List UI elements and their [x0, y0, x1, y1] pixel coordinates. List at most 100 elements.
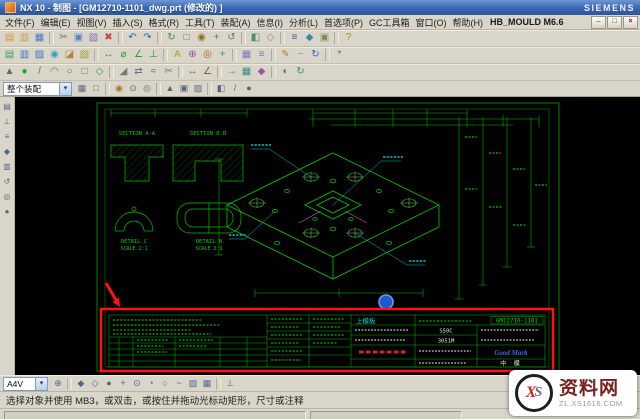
point-icon[interactable]: ● — [17, 65, 32, 79]
constraint-navigator-icon[interactable]: ⊥ — [1, 116, 13, 128]
offset-icon[interactable]: ≈ — [146, 65, 161, 79]
existing-point-snap-icon[interactable]: ○ — [158, 377, 172, 390]
balloon-icon[interactable]: ◎ — [200, 48, 215, 62]
snap-point-icon[interactable]: ⊙ — [126, 82, 140, 95]
wcs-toggle-icon[interactable]: ⊥ — [223, 377, 237, 390]
preferences-icon[interactable]: * — [332, 48, 347, 62]
rapid-dimension-icon[interactable]: ↔ — [101, 48, 116, 62]
arc-center-snap-icon[interactable]: ⊙ — [130, 377, 144, 390]
menu-item-7[interactable]: 信息(I) — [254, 18, 287, 28]
center-mark-icon[interactable]: + — [215, 48, 230, 62]
undo-icon[interactable]: ↶ — [125, 31, 140, 45]
detail-view-icon[interactable]: ◉ — [47, 48, 62, 62]
intersection-snap-icon[interactable]: + — [116, 377, 130, 390]
layer-settings-icon[interactable]: ≡ — [287, 31, 302, 45]
filter-edge-icon[interactable]: / — [228, 82, 242, 95]
top-selection-icon[interactable]: ▲ — [163, 82, 177, 95]
menu-item-10[interactable]: GC工具箱 — [366, 18, 413, 28]
minimize-button[interactable]: – — [591, 16, 606, 29]
spline-icon[interactable]: ~ — [293, 48, 308, 62]
delete-icon[interactable]: ✖ — [101, 31, 116, 45]
graphics-window[interactable]: SECTION A-A SECTION B-B DETAIL C SCALE 2… — [15, 97, 640, 375]
assembly-navigator-icon[interactable]: ▤ — [1, 101, 13, 113]
sheet-dropdown[interactable]: A4V ▾ — [3, 377, 48, 391]
cut-icon[interactable]: ✂ — [56, 31, 71, 45]
break-view-icon[interactable]: ▧ — [77, 48, 92, 62]
ordinate-dimension-icon[interactable]: ⊥ — [146, 48, 161, 62]
refresh-icon[interactable]: ↻ — [164, 31, 179, 45]
filter-vertex-icon[interactable]: ● — [242, 82, 256, 95]
feature-control-frame-icon[interactable]: ⊕ — [185, 48, 200, 62]
table-icon[interactable]: ▦ — [239, 48, 254, 62]
rectangle-icon[interactable]: □ — [77, 65, 92, 79]
menu-item-9[interactable]: 首选项(P) — [321, 18, 366, 28]
menu-item-1[interactable]: 编辑(E) — [38, 18, 74, 28]
point-on-curve-snap-icon[interactable]: ~ — [172, 377, 186, 390]
trim-icon[interactable]: ✂ — [161, 65, 176, 79]
edit-style-icon[interactable]: ◆ — [254, 65, 269, 79]
deselect-all-icon[interactable]: □ — [89, 82, 103, 95]
enable-snap-icon[interactable]: ⊕ — [51, 377, 65, 390]
inside-only-icon[interactable]: ▣ — [177, 82, 191, 95]
history-icon[interactable]: ↺ — [1, 176, 13, 188]
show-hide-icon[interactable]: ◐ — [278, 65, 293, 79]
quadrant-snap-icon[interactable]: ◔ — [144, 377, 158, 390]
line-icon[interactable]: / — [32, 65, 47, 79]
roles-icon[interactable]: ● — [1, 206, 13, 218]
fit-view-icon[interactable]: □ — [179, 31, 194, 45]
view-palette-icon[interactable]: ▥ — [1, 161, 13, 173]
redo-icon[interactable]: ↷ — [140, 31, 155, 45]
new-sheet-icon[interactable]: ▤ — [2, 48, 17, 62]
copy-icon[interactable]: ▣ — [71, 31, 86, 45]
restore-button[interactable]: □ — [607, 16, 622, 29]
section-view-icon[interactable]: ◪ — [62, 48, 77, 62]
menu-item-8[interactable]: 分析(L) — [286, 18, 321, 28]
open-icon[interactable]: ▥ — [17, 31, 32, 45]
filter-face-icon[interactable]: ◧ — [214, 82, 228, 95]
point-on-surface-snap-icon[interactable]: ▨ — [186, 377, 200, 390]
crossing-icon[interactable]: ▨ — [191, 82, 205, 95]
menu-item-2[interactable]: 视图(V) — [74, 18, 110, 28]
menu-item-11[interactable]: 窗口(O) — [413, 18, 450, 28]
wireframe-display-icon[interactable]: ◇ — [263, 31, 278, 45]
magnify-region-icon[interactable]: ◎ — [140, 82, 154, 95]
base-view-icon[interactable]: ▥ — [17, 48, 32, 62]
measure-distance-icon[interactable]: ↔ — [185, 65, 200, 79]
control-point-snap-icon[interactable]: ● — [102, 377, 116, 390]
select-icon[interactable]: ▲ — [2, 65, 17, 79]
paste-icon[interactable]: ▨ — [86, 31, 101, 45]
midpoint-snap-icon[interactable]: ◇ — [88, 377, 102, 390]
circle-icon[interactable]: ○ — [62, 65, 77, 79]
menu-item-4[interactable]: 格式(R) — [146, 18, 183, 28]
note-icon[interactable]: A — [170, 48, 185, 62]
mirror-icon[interactable]: ⇄ — [131, 65, 146, 79]
menu-item-12[interactable]: 帮助(H) — [450, 18, 487, 28]
parts-list-icon[interactable]: ≡ — [254, 48, 269, 62]
command-finder-icon[interactable]: ? — [341, 31, 356, 45]
window-display-icon[interactable]: ▣ — [317, 31, 332, 45]
shaded-display-icon[interactable]: ◧ — [248, 31, 263, 45]
angular-dimension-icon[interactable]: ∠ — [131, 48, 146, 62]
close-button[interactable]: × — [623, 16, 638, 29]
menu-item-6[interactable]: 装配(A) — [218, 18, 254, 28]
arc-icon[interactable]: ◠ — [47, 65, 62, 79]
pattern-icon[interactable]: ▦ — [239, 65, 254, 79]
immediate-update-icon[interactable]: ↻ — [293, 65, 308, 79]
view-orientation-icon[interactable]: ◆ — [302, 31, 317, 45]
measure-angle-icon[interactable]: ∠ — [200, 65, 215, 79]
menu-item-3[interactable]: 插入(S) — [110, 18, 146, 28]
select-all-icon[interactable]: ▦ — [75, 82, 89, 95]
part-navigator-icon[interactable]: ≡ — [1, 131, 13, 143]
menu-item-0[interactable]: 文件(F) — [2, 18, 38, 28]
sketch-icon[interactable]: ✎ — [278, 48, 293, 62]
pan-icon[interactable]: + — [209, 31, 224, 45]
selection-scope-dropdown[interactable]: 整个装配 ▾ — [3, 82, 72, 96]
save-icon[interactable]: ▦ — [32, 31, 47, 45]
update-views-icon[interactable]: ↻ — [308, 48, 323, 62]
zoom-icon[interactable]: ◉ — [194, 31, 209, 45]
chamfer-icon[interactable]: ◢ — [116, 65, 131, 79]
bounded-grid-snap-icon[interactable]: ▦ — [200, 377, 214, 390]
rotate-view-icon[interactable]: ↺ — [224, 31, 239, 45]
move-object-icon[interactable]: → — [224, 65, 239, 79]
new-icon[interactable]: ▤ — [2, 31, 17, 45]
